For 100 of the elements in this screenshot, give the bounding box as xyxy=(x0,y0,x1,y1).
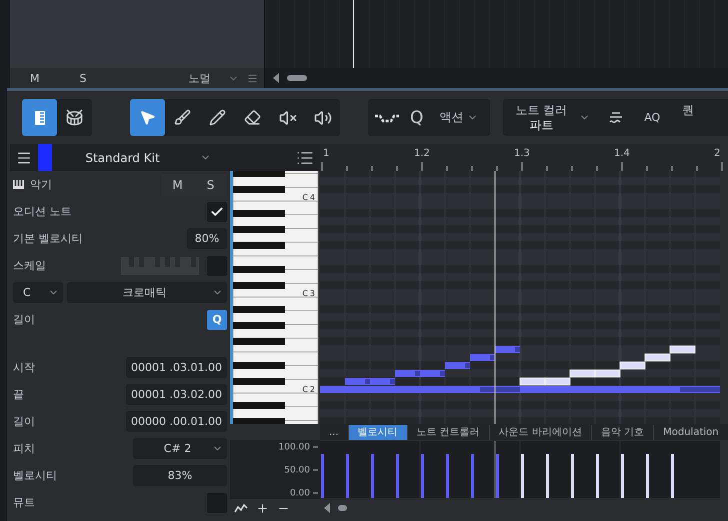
midi-note[interactable] xyxy=(520,386,720,393)
midi-note[interactable] xyxy=(520,378,546,386)
length-label: 길이 xyxy=(13,312,35,327)
ruler-label: 2 xyxy=(714,148,720,159)
note-value-field[interactable]: 83% xyxy=(133,465,227,486)
wave-icon[interactable] xyxy=(374,112,400,122)
note-field-label: 길이 xyxy=(13,414,35,429)
velocity-bar[interactable] xyxy=(521,454,524,498)
audition-label: 오디션 노트 xyxy=(13,204,72,219)
action-dropdown[interactable]: 액션 xyxy=(433,99,484,136)
velocity-bar[interactable] xyxy=(496,454,499,498)
midi-note[interactable] xyxy=(345,378,370,385)
lane-tab[interactable]: 벨로시티 xyxy=(348,424,408,440)
brush-icon xyxy=(174,109,191,126)
midi-note[interactable] xyxy=(594,370,620,378)
pencil-icon xyxy=(209,109,226,126)
quantize-button[interactable]: Q xyxy=(404,99,430,136)
midi-note[interactable] xyxy=(370,378,395,385)
velocity-bar[interactable] xyxy=(396,454,399,498)
solo-label[interactable]: S xyxy=(80,72,189,84)
audio-quantize-button[interactable]: AQ xyxy=(638,99,666,136)
lane-tab[interactable]: 노트 컨트롤러 xyxy=(408,424,490,440)
axis-tick-label: 100.00 xyxy=(278,442,310,452)
octave-label: C3 xyxy=(302,289,317,298)
audition-checkbox[interactable] xyxy=(207,202,227,222)
pointer-icon xyxy=(139,109,156,126)
midi-note[interactable] xyxy=(570,370,596,378)
velocity-bar[interactable] xyxy=(371,454,374,498)
midi-note[interactable] xyxy=(544,378,570,386)
velocity-bar[interactable] xyxy=(321,454,324,498)
eraser-icon xyxy=(244,109,261,126)
velocity-bar[interactable] xyxy=(571,454,574,498)
velocity-bar[interactable] xyxy=(671,454,674,498)
ruler-label: 1.3 xyxy=(514,148,530,159)
axis-tick-label: 50.00 xyxy=(284,465,310,476)
scale-label: 스케일 xyxy=(13,258,46,273)
velocity-bar[interactable] xyxy=(446,454,449,498)
velocity-bar[interactable] xyxy=(421,454,424,498)
speaker-icon xyxy=(314,108,332,126)
midi-note[interactable] xyxy=(445,362,470,369)
drum-icon xyxy=(66,109,83,126)
velocity-bar[interactable] xyxy=(546,454,549,498)
arrow-tool-button[interactable] xyxy=(130,99,165,136)
scale-type-dropdown[interactable]: 크로매틱 xyxy=(66,282,227,303)
note-value-field[interactable]: 00001 .03.01.00 xyxy=(126,357,227,378)
note-field-label: 시작 xyxy=(13,360,35,375)
line-tool-icon[interactable] xyxy=(234,503,248,513)
note-value-field[interactable]: 00000 .00.01.00 xyxy=(126,411,227,432)
velocity-bar[interactable] xyxy=(621,454,624,498)
note-field-label: 벨로시티 xyxy=(13,468,57,483)
note-value-field[interactable]: 00001 .03.02.00 xyxy=(126,384,227,405)
octave-label: C4 xyxy=(302,193,317,202)
scroll-thumb[interactable] xyxy=(338,505,347,511)
midi-note[interactable] xyxy=(644,354,670,362)
note-field-label: 피치 xyxy=(13,441,35,456)
scroll-thumb[interactable] xyxy=(287,75,307,81)
quantize-length-button[interactable]: Q xyxy=(207,310,227,330)
editor-view-button[interactable] xyxy=(22,99,57,136)
note-field-label: 끝 xyxy=(13,387,24,402)
default-velocity-label: 기본 벨로시티 xyxy=(13,231,82,246)
midi-note[interactable] xyxy=(470,354,495,361)
ruler-label: 1.4 xyxy=(614,148,630,159)
midi-note[interactable] xyxy=(320,386,520,393)
muted-speaker-icon xyxy=(278,108,296,126)
playhead-line xyxy=(494,441,496,498)
midi-note[interactable] xyxy=(395,370,420,377)
default-velocity-field[interactable]: 80% xyxy=(187,228,227,249)
solo-button[interactable]: S xyxy=(194,174,227,196)
key-dropdown[interactable]: C xyxy=(13,282,63,303)
velocity-bar[interactable] xyxy=(346,454,349,498)
quantize-label: 퀀 xyxy=(682,102,694,119)
midi-note[interactable] xyxy=(420,370,445,377)
playhead-line xyxy=(353,0,354,68)
octave-label: C2 xyxy=(302,385,317,394)
scroll-left-icon[interactable] xyxy=(324,503,330,513)
instrument-label: 악기 xyxy=(30,177,52,192)
lane-tab[interactable]: 사운드 바리에이션 xyxy=(490,424,592,440)
track-color-swatch[interactable] xyxy=(38,144,52,171)
lane-tab[interactable]: 음악 기호 xyxy=(592,424,654,440)
velocity-bar[interactable] xyxy=(596,454,599,498)
midi-note[interactable] xyxy=(620,362,646,370)
mute-label[interactable]: M xyxy=(30,72,80,84)
timeline-ruler[interactable]: 1 1.2 1.3 1.4 2 xyxy=(320,144,720,171)
ruler-label: 1.2 xyxy=(414,148,430,159)
axis-tick-label: 0.00 xyxy=(290,488,310,498)
note-color-dropdown[interactable]: 노트 컬러 파트 xyxy=(507,102,576,132)
check-icon xyxy=(210,204,224,218)
humanize-icon[interactable] xyxy=(608,110,624,124)
mute-note-label: 뮤트 xyxy=(13,495,35,510)
midi-note[interactable] xyxy=(495,346,520,353)
pitch-dropdown[interactable]: C# 2 xyxy=(133,438,227,459)
add-icon[interactable] xyxy=(256,502,269,514)
velocity-bar[interactable] xyxy=(646,454,649,498)
ruler-label: 1 xyxy=(323,148,330,159)
menu-icon[interactable] xyxy=(16,150,32,166)
mode-label[interactable]: 노멀 xyxy=(188,70,228,86)
mute-button[interactable]: M xyxy=(161,174,194,196)
piano-keys-icon xyxy=(13,180,24,189)
midi-note[interactable] xyxy=(670,346,696,354)
velocity-bar[interactable] xyxy=(471,454,474,498)
